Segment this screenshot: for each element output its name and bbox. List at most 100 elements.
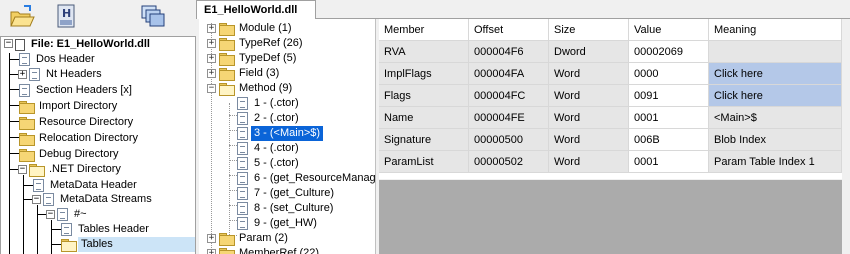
tree-item-tables-header[interactable]: Tables Header bbox=[61, 222, 152, 237]
folder-icon bbox=[219, 233, 235, 246]
click-here-link[interactable]: Click here bbox=[709, 85, 842, 107]
document-icon bbox=[61, 223, 72, 236]
folder-icon bbox=[219, 248, 235, 254]
file-icon bbox=[15, 38, 25, 51]
windows-icon[interactable] bbox=[138, 2, 166, 30]
tree-item-method-3[interactable]: 3 - (<Main>$) bbox=[237, 125, 325, 142]
tree-item-method-6[interactable]: 6 - (get_ResourceManager) bbox=[237, 171, 375, 186]
document-icon bbox=[237, 142, 248, 155]
cell-value[interactable]: 0000 bbox=[629, 63, 709, 85]
cell-member: RVA bbox=[379, 41, 469, 63]
tree-item-method-2[interactable]: 2 - (.ctor) bbox=[237, 111, 302, 126]
folder-icon bbox=[219, 68, 235, 81]
cell-value[interactable]: 0091 bbox=[629, 85, 709, 107]
cell-offset: 000004FE bbox=[469, 107, 549, 129]
tree-item-method[interactable]: Method (9) bbox=[219, 81, 295, 96]
folder-icon bbox=[19, 149, 35, 162]
tree-item-import-directory[interactable]: Import Directory bbox=[19, 99, 120, 114]
tree-item-net-directory[interactable]: .NET Directory bbox=[29, 162, 124, 177]
cell-offset: 000004FA bbox=[469, 63, 549, 85]
tree-item-field[interactable]: Field (3) bbox=[219, 66, 282, 81]
column-header-value[interactable]: Value bbox=[629, 19, 709, 41]
expand-icon[interactable]: + bbox=[207, 39, 216, 48]
folder-open-icon bbox=[29, 164, 45, 177]
cell-value[interactable]: 0001 bbox=[629, 107, 709, 129]
expand-icon[interactable]: + bbox=[207, 249, 216, 254]
svg-text:H: H bbox=[62, 7, 71, 20]
document-icon bbox=[237, 172, 248, 185]
tab-label: E1_HelloWorld.dll bbox=[204, 4, 298, 16]
tree-item-module[interactable]: Module (1) bbox=[219, 21, 295, 36]
table-tree-pane: + Module (1) + TypeRef (26) + TypeDef (5… bbox=[199, 19, 376, 254]
document-icon bbox=[237, 187, 248, 200]
folder-icon bbox=[219, 38, 235, 51]
tab-e1-helloworld[interactable]: E1_HelloWorld.dll bbox=[196, 0, 316, 19]
tree-item-tilde-stream[interactable]: #~ bbox=[57, 207, 90, 222]
expand-icon[interactable]: + bbox=[207, 54, 216, 63]
open-file-icon[interactable] bbox=[8, 2, 36, 30]
expand-icon[interactable]: + bbox=[207, 234, 216, 243]
tree-item-relocation-directory[interactable]: Relocation Directory bbox=[19, 131, 141, 146]
cell-member: Signature bbox=[379, 129, 469, 151]
tree-item-resource-directory[interactable]: Resource Directory bbox=[19, 115, 136, 130]
expand-icon[interactable]: + bbox=[207, 24, 216, 33]
cell-size: Dword bbox=[549, 41, 629, 63]
folder-icon bbox=[19, 133, 35, 146]
folder-icon bbox=[219, 53, 235, 66]
collapse-icon[interactable]: − bbox=[32, 195, 41, 204]
tree-item-method-4[interactable]: 4 - (.ctor) bbox=[237, 141, 302, 156]
folder-icon bbox=[19, 101, 35, 114]
file-tree-pane: − File: E1_HelloWorld.dll Dos Header + N… bbox=[0, 36, 196, 254]
tree-item-section-headers[interactable]: Section Headers [x] bbox=[19, 83, 135, 98]
collapse-icon[interactable]: − bbox=[207, 84, 216, 93]
cell-size: Word bbox=[549, 107, 629, 129]
cell-meaning bbox=[709, 41, 842, 63]
tree-item-file[interactable]: File: E1_HelloWorld.dll bbox=[15, 37, 153, 52]
tree-item-nt-headers[interactable]: Nt Headers bbox=[29, 67, 105, 82]
tree-item-tables[interactable]: Tables bbox=[61, 237, 195, 252]
tree-item-method-1[interactable]: 1 - (.ctor) bbox=[237, 96, 302, 111]
cell-member: Name bbox=[379, 107, 469, 129]
cell-size: Word bbox=[549, 63, 629, 85]
cell-value[interactable]: 00002069 bbox=[629, 41, 709, 63]
member-grid: Member Offset Size Value Meaning RVA 000… bbox=[379, 19, 842, 179]
column-header-member[interactable]: Member bbox=[379, 19, 469, 41]
column-header-meaning[interactable]: Meaning bbox=[709, 19, 842, 41]
collapse-icon[interactable]: − bbox=[4, 39, 13, 48]
tree-item-method-7[interactable]: 7 - (get_Culture) bbox=[237, 186, 337, 201]
expand-icon[interactable]: + bbox=[18, 70, 27, 79]
cell-value[interactable]: 006B bbox=[629, 129, 709, 151]
folder-open-icon bbox=[219, 83, 235, 96]
toolbar: H bbox=[0, 0, 200, 36]
document-icon bbox=[237, 157, 248, 170]
tree-item-debug-directory[interactable]: Debug Directory bbox=[19, 147, 121, 162]
tree-item-method-9[interactable]: 9 - (get_HW) bbox=[237, 216, 320, 231]
tree-item-dos-header[interactable]: Dos Header bbox=[19, 52, 98, 67]
tree-item-metadata-header[interactable]: MetaData Header bbox=[33, 178, 140, 193]
tree-item-typeref[interactable]: TypeRef (26) bbox=[219, 36, 306, 51]
folder-open-icon bbox=[61, 239, 77, 252]
cell-value[interactable]: 0001 bbox=[629, 151, 709, 173]
tree-item-metadata-streams[interactable]: MetaData Streams bbox=[43, 192, 155, 207]
cell-meaning: Param Table Index 1 bbox=[709, 151, 842, 173]
folder-icon bbox=[19, 117, 35, 130]
document-icon bbox=[43, 193, 54, 206]
cell-offset: 000004FC bbox=[469, 85, 549, 107]
document-icon bbox=[19, 84, 30, 97]
tree-item-method-8[interactable]: 8 - (set_Culture) bbox=[237, 201, 336, 216]
column-header-size[interactable]: Size bbox=[549, 19, 629, 41]
document-icon bbox=[237, 127, 248, 140]
collapse-icon[interactable]: − bbox=[46, 210, 55, 219]
document-icon bbox=[29, 68, 40, 81]
collapse-icon[interactable]: − bbox=[18, 165, 27, 174]
tree-item-param[interactable]: Param (2) bbox=[219, 231, 291, 246]
click-here-link[interactable]: Click here bbox=[709, 63, 842, 85]
tree-item-memberref[interactable]: MemberRef (22) bbox=[219, 246, 322, 254]
save-icon[interactable]: H bbox=[52, 2, 80, 30]
column-header-offset[interactable]: Offset bbox=[469, 19, 549, 41]
tree-item-typedef[interactable]: TypeDef (5) bbox=[219, 51, 299, 66]
cell-offset: 00000500 bbox=[469, 129, 549, 151]
document-icon bbox=[33, 179, 44, 192]
tree-item-method-5[interactable]: 5 - (.ctor) bbox=[237, 156, 302, 171]
expand-icon[interactable]: + bbox=[207, 69, 216, 78]
